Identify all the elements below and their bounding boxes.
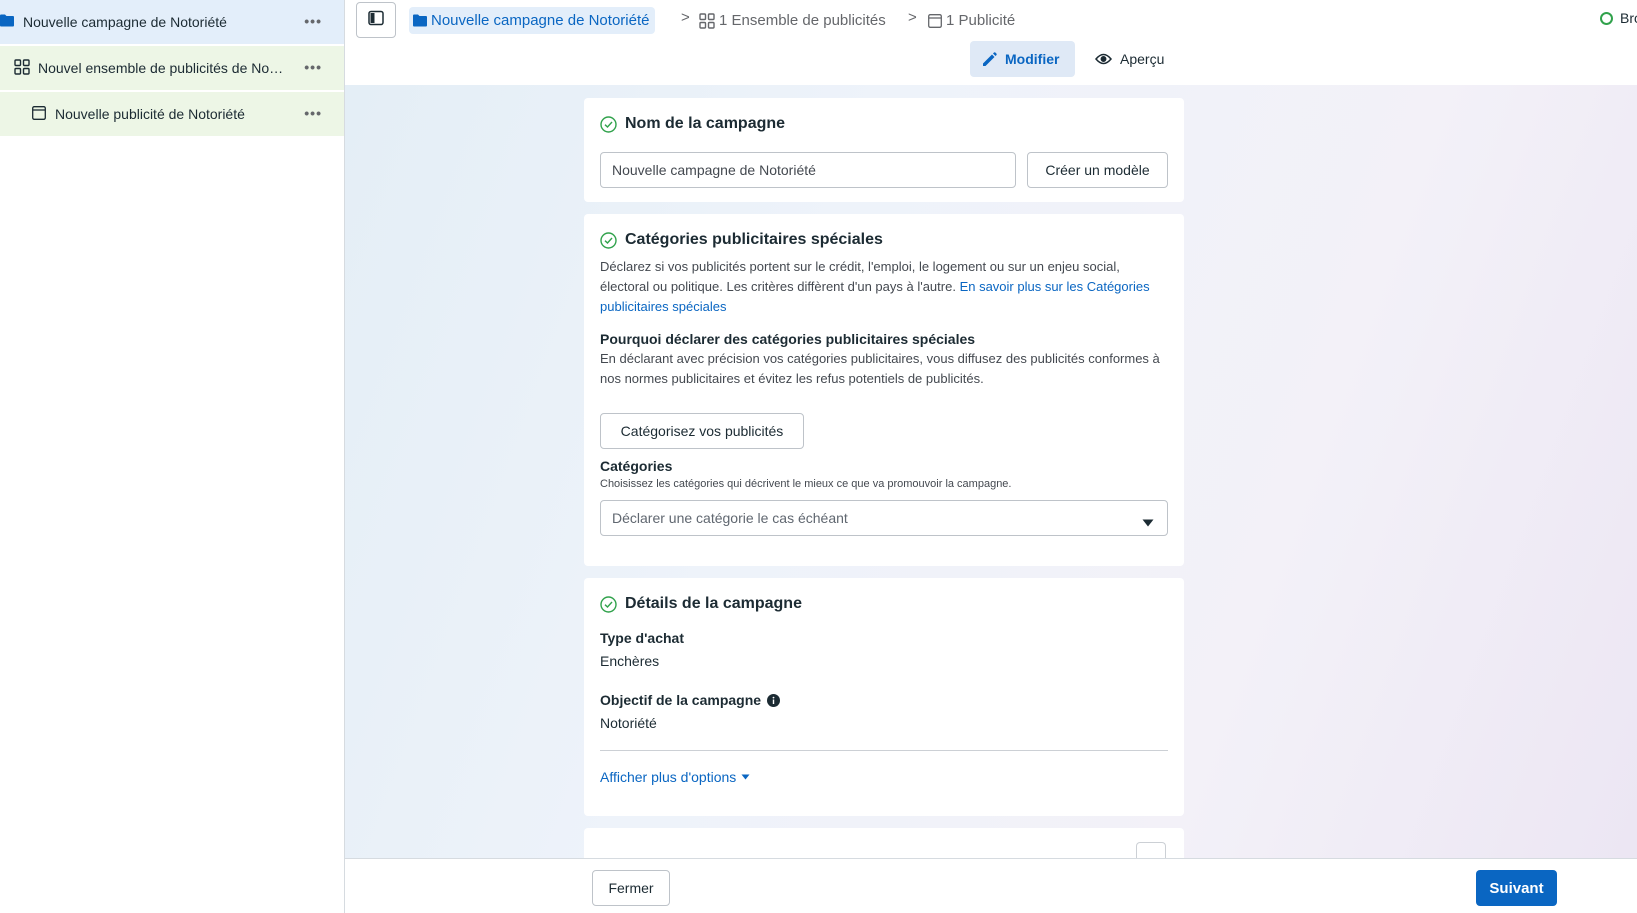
sidebar-item-label: Nouvelle publicité de Notoriété: [55, 106, 245, 122]
check-circle-icon: [600, 231, 617, 249]
main-content[interactable]: Nom de la campagne Créer un modèle Catég…: [345, 85, 1637, 858]
label-text: Objectif de la campagne: [600, 692, 762, 708]
ad-icon: [928, 13, 942, 28]
check-circle-icon: [600, 595, 617, 613]
campaign-name-card: Nom de la campagne Créer un modèle: [584, 98, 1184, 202]
objective-value: Notoriété: [600, 715, 657, 731]
mode-tabs: Modifier Aperçu: [970, 41, 1176, 77]
status-label: Bro: [1620, 10, 1637, 26]
show-more-options-link[interactable]: Afficher plus d'options: [600, 769, 750, 785]
grid-icon: [699, 12, 715, 29]
sidebar-toggle-button[interactable]: [356, 2, 396, 38]
category-select[interactable]: Déclarer une catégorie le cas échéant: [600, 500, 1168, 536]
caret-down-icon: [1142, 514, 1154, 530]
grid-icon: [14, 58, 30, 78]
sidebar-item-label: Nouvelle campagne de Notoriété: [23, 14, 227, 30]
breadcrumb-campaign[interactable]: Nouvelle campagne de Notoriété: [409, 7, 656, 34]
more-options-icon[interactable]: •••: [304, 13, 322, 29]
breadcrumb-label: 1 Publicité: [946, 12, 1016, 29]
status-indicator: Bro: [1600, 10, 1637, 26]
sidebar-item-adset[interactable]: Nouvel ensemble de publicités de Notorié…: [0, 46, 344, 90]
chevron-right-icon: >: [681, 9, 690, 26]
folder-icon: [0, 14, 14, 30]
tab-preview[interactable]: Aperçu: [1083, 41, 1176, 77]
eye-icon: [1095, 53, 1112, 65]
sidebar-item-campaign[interactable]: Nouvelle campagne de Notoriété •••: [0, 0, 344, 44]
breadcrumb-adset[interactable]: 1 Ensemble de publicités: [699, 7, 886, 34]
categories-label: Catégories: [600, 458, 673, 474]
more-options-icon[interactable]: •••: [304, 59, 322, 75]
toggle-switch[interactable]: [1136, 842, 1166, 858]
check-circle-icon: [600, 115, 617, 133]
sidebar-item-label: Nouvel ensemble de publicités de Notorié…: [38, 60, 286, 76]
caret-down-icon: [741, 774, 750, 780]
breadcrumb-ad[interactable]: 1 Publicité: [928, 7, 1015, 34]
footer-bar: Fermer Suivant: [345, 858, 1637, 913]
status-dot-icon: [1600, 11, 1613, 25]
divider: [600, 750, 1168, 751]
next-section-card: [584, 828, 1184, 858]
tab-edit[interactable]: Modifier: [970, 41, 1075, 77]
special-categories-card: Catégories publicitaires spéciales Décla…: [584, 214, 1184, 566]
section-title: Détails de la campagne: [600, 595, 802, 613]
section-title-text: Catégories publicitaires spéciales: [625, 231, 883, 248]
section-title-text: Détails de la campagne: [625, 595, 802, 612]
select-placeholder: Déclarer une catégorie le cas échéant: [612, 510, 848, 526]
categorize-ads-button[interactable]: Catégorisez vos publicités: [600, 413, 804, 449]
purchase-type-label: Type d'achat: [600, 630, 684, 646]
objective-label: Objectif de la campagne: [600, 692, 781, 708]
folder-icon: [413, 14, 427, 27]
section-title: Nom de la campagne: [600, 115, 785, 133]
why-declare-text: En déclarant avec précision vos catégori…: [600, 351, 1160, 386]
section-title: Catégories publicitaires spéciales: [600, 231, 883, 249]
close-button[interactable]: Fermer: [592, 870, 670, 906]
tab-label: Aperçu: [1120, 51, 1165, 67]
top-header: Nouvelle campagne de Notoriété > 1 Ensem…: [345, 0, 1637, 85]
sidebar-item-ad[interactable]: Nouvelle publicité de Notoriété •••: [0, 92, 344, 136]
special-categories-description: Déclarez si vos publicités portent sur l…: [600, 257, 1160, 317]
breadcrumb-label: Nouvelle campagne de Notoriété: [431, 12, 650, 29]
campaign-details-card: Détails de la campagne Type d'achat Ench…: [584, 578, 1184, 816]
why-declare-title: Pourquoi déclarer des catégories publici…: [600, 331, 976, 347]
more-options-icon[interactable]: •••: [304, 105, 322, 121]
breadcrumb-label: 1 Ensemble de publicités: [719, 12, 886, 29]
campaign-name-input[interactable]: [600, 152, 1016, 188]
create-template-button[interactable]: Créer un modèle: [1027, 152, 1168, 188]
sidebar: Nouvelle campagne de Notoriété ••• Nouve…: [0, 0, 345, 913]
purchase-type-value: Enchères: [600, 653, 660, 669]
tab-label: Modifier: [1005, 51, 1060, 67]
section-title-text: Nom de la campagne: [625, 115, 786, 132]
info-icon[interactable]: [767, 693, 781, 707]
chevron-right-icon: >: [908, 9, 917, 26]
next-button[interactable]: Suivant: [1476, 870, 1557, 906]
ad-icon: [32, 105, 46, 123]
label-text: Type d'achat: [600, 630, 684, 646]
pencil-icon: [982, 51, 997, 67]
sidebar-toggle-icon: [368, 10, 384, 31]
categories-hint: Choisissez les catégories qui décrivent …: [600, 478, 1012, 490]
link-text: Afficher plus d'options: [600, 769, 737, 785]
